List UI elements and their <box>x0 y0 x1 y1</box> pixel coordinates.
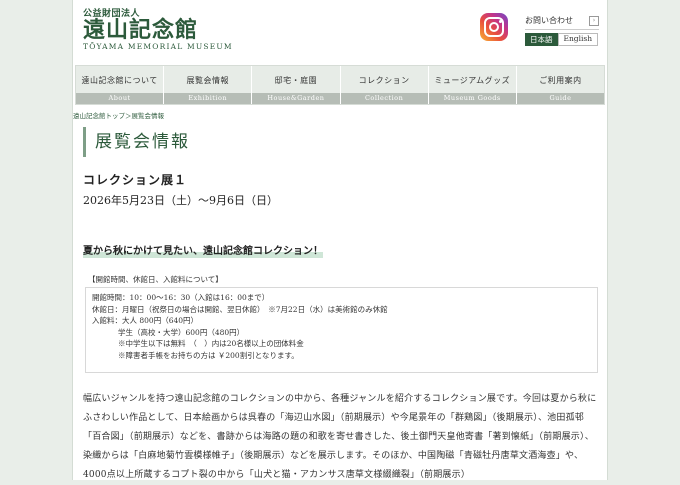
nav-item-house-garden[interactable]: 邸宅・庭園 House&Garden <box>252 66 341 104</box>
nav-item-guide[interactable]: ご利用案内 Guide <box>516 66 605 104</box>
nav-sublabel: Museum Goods <box>428 93 516 104</box>
nav-label: 展覧会情報 <box>186 76 229 85</box>
nav-sublabel: Collection <box>340 93 428 104</box>
info-box: 開館時間：10：00〜16：30（入館は16：00まで） 休館日：月曜日（祝祭日… <box>85 287 598 373</box>
nav-label: コレクション <box>358 76 410 85</box>
chevron-right-icon: › <box>589 16 599 26</box>
nav-sublabel: House&Garden <box>252 93 340 104</box>
contact-link[interactable]: お問い合わせ › <box>525 15 599 30</box>
exhibition-title: コレクション展１ <box>83 173 188 187</box>
page-container: 公益財団法人 遠山記念館 TŌYAMA MEMORIAL MUSEUM お問い合… <box>72 0 608 480</box>
nav-label: ご利用案内 <box>539 76 582 85</box>
instagram-icon[interactable] <box>480 13 508 41</box>
page-title: 展覧会情報 <box>83 127 190 157</box>
admission-student: 学生（高校・大学）600円（480円） <box>118 327 245 337</box>
nav-item-about[interactable]: 遠山記念館について About <box>76 66 165 104</box>
admission-note-discount: ※障害者手帳をお持ちの方は ￥200割引となります。 <box>118 350 299 360</box>
nav-label: 遠山記念館について <box>81 76 158 85</box>
nav-sublabel: Exhibition <box>164 93 252 104</box>
exhibition-description: 幅広いジャンルを持つ遠山記念館のコレクションの中から、各種ジャンルを紹介するコレ… <box>83 394 597 480</box>
nav-item-collection[interactable]: コレクション Collection <box>340 66 429 104</box>
logo-title: 遠山記念館 <box>83 17 199 43</box>
admission-adult: 入館料：大人 800円（640円） <box>92 316 199 325</box>
nav-item-museum-goods[interactable]: ミュージアムグッズ Museum Goods <box>428 66 517 104</box>
logo-english: TŌYAMA MEMORIAL MUSEUM <box>83 42 233 51</box>
main-nav: 遠山記念館について About 展覧会情報 Exhibition 邸宅・庭園 H… <box>75 65 605 105</box>
admission-note-free: ※中学生以下は無料 （ ）内は20名様以上の団体料金 <box>118 339 304 348</box>
language-switcher: 日本語 English <box>525 33 599 46</box>
nav-item-exhibition[interactable]: 展覧会情報 Exhibition <box>164 66 253 104</box>
opening-hours: 開館時間：10：00〜16：30（入館は16：00まで） <box>92 293 270 302</box>
info-heading: 【開館時間、休館日、入館料について】 <box>88 275 223 284</box>
site-logo[interactable]: 公益財団法人 遠山記念館 TŌYAMA MEMORIAL MUSEUM <box>83 6 233 51</box>
contact-label: お問い合わせ <box>525 16 573 25</box>
nav-label: 邸宅・庭園 <box>274 76 318 85</box>
exhibition-catchphrase: 夏から秋にかけて見たい、遠山記念館コレクション！ <box>83 242 323 258</box>
nav-sublabel: Guide <box>516 93 605 104</box>
lang-japanese-button[interactable]: 日本語 <box>525 33 558 46</box>
nav-label: ミュージアムグッズ <box>434 76 511 85</box>
breadcrumb[interactable]: 遠山記念館トップ＞展覧会情報 <box>73 110 164 120</box>
closed-days: 休館日：月曜日（祝祭日の場合は開館、翌日休館） ※7月22日（水）は美術館のみ休… <box>92 304 388 314</box>
exhibition-dates: 2026年5月23日（土）〜9月6日（日） <box>83 194 278 207</box>
lang-english-button[interactable]: English <box>557 33 599 46</box>
nav-sublabel: About <box>76 93 164 104</box>
